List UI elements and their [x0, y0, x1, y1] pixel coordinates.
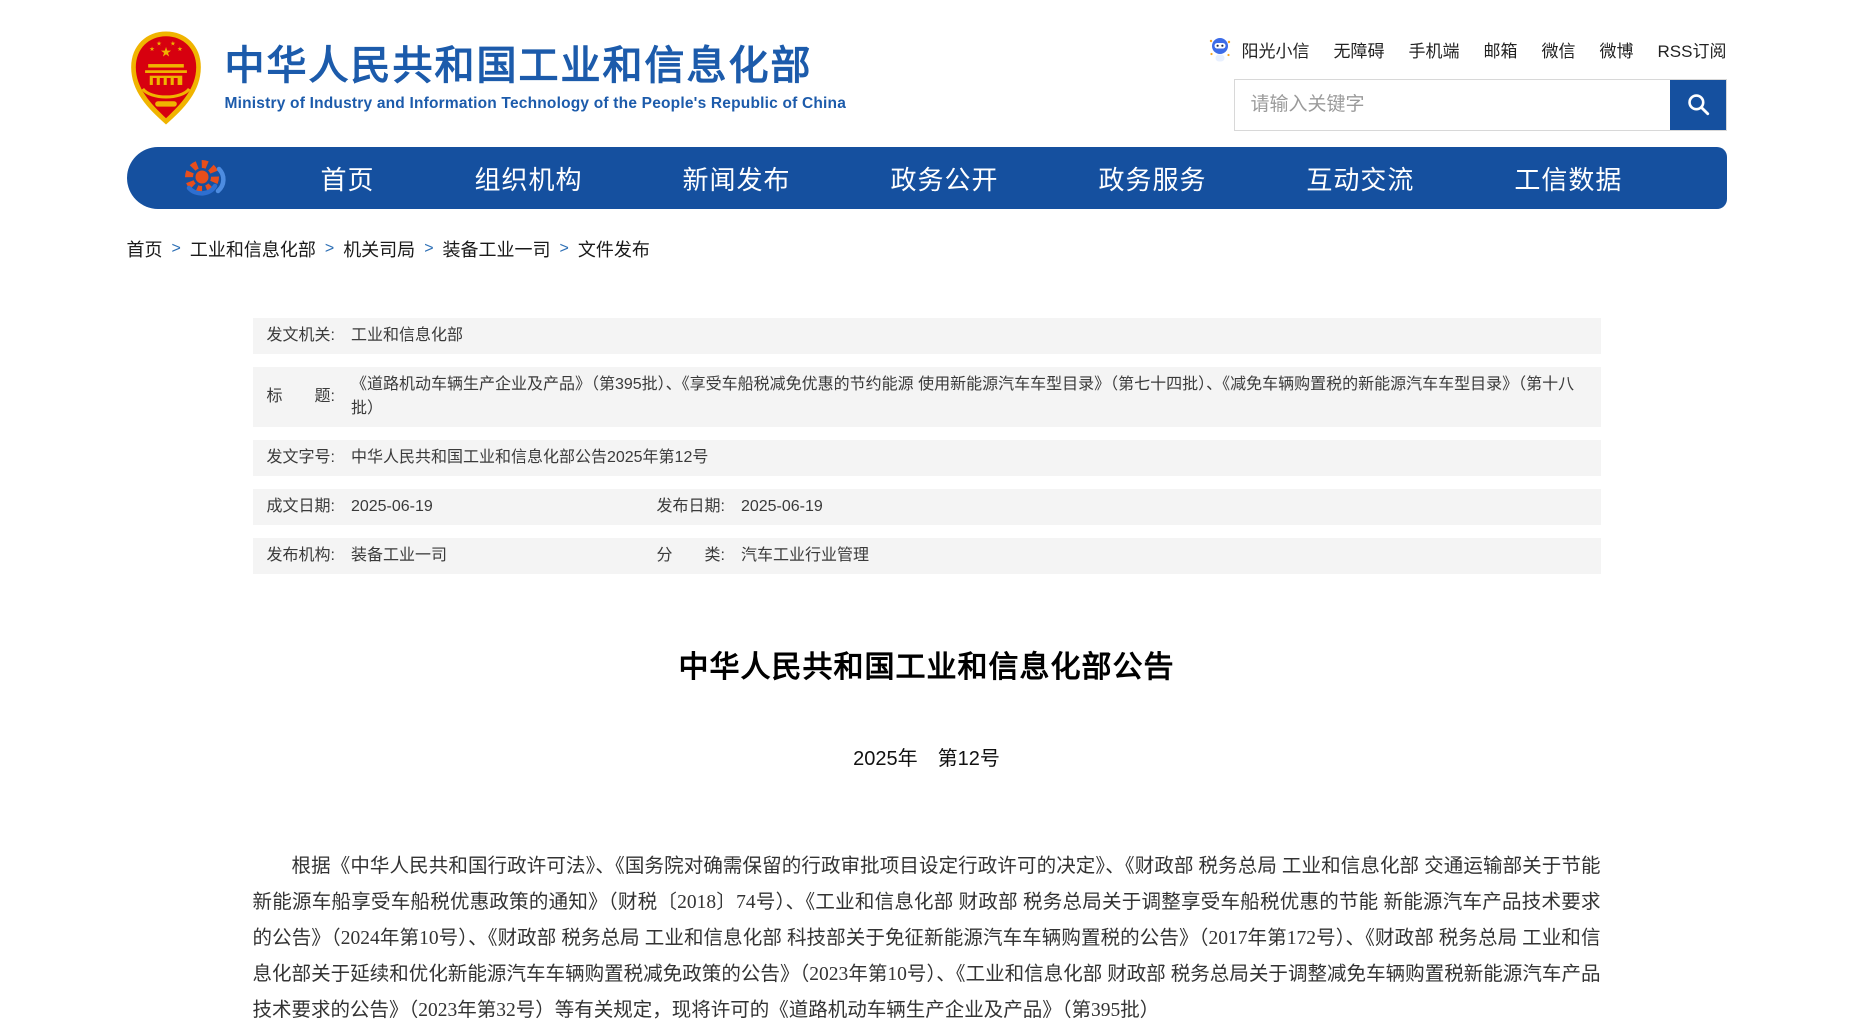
breadcrumb-separator: >	[325, 240, 334, 258]
meta-value: 汽车工业行业管理	[741, 544, 869, 568]
quick-link-mail[interactable]: 邮箱	[1484, 37, 1518, 62]
breadcrumb-equipment-dept[interactable]: 装备工业一司	[443, 236, 551, 262]
svg-text:★: ★	[149, 46, 155, 53]
quick-link-accessibility[interactable]: 无障碍	[1334, 37, 1385, 62]
site-header: ★ ★ ★ ★ ★ 中华人民共和国工业和信息化部 Ministry of Ind…	[127, 0, 1727, 131]
meta-label: 发布机构:	[267, 544, 335, 568]
svg-text:★: ★	[177, 46, 183, 53]
meta-label: 成文日期:	[267, 495, 335, 519]
meta-label: 发文字号:	[267, 446, 335, 470]
meta-value: 工业和信息化部	[351, 324, 463, 348]
site-subtitle: Ministry of Industry and Information Tec…	[225, 95, 847, 113]
miit-gear-logo-icon	[179, 155, 231, 201]
breadcrumb-departments[interactable]: 机关司局	[343, 236, 415, 262]
breadcrumb-separator: >	[424, 240, 433, 258]
meta-row-publisher-category: 发布机构: 装备工业一司 分 类: 汽车工业行业管理	[253, 538, 1601, 574]
nav-item-data[interactable]: 工信数据	[1514, 160, 1622, 197]
quick-link-weibo[interactable]: 微博	[1600, 37, 1634, 62]
nav-item-home[interactable]: 首页	[321, 160, 375, 197]
breadcrumb: 首页 > 工业和信息化部 > 机关司局 > 装备工业一司 > 文件发布	[127, 236, 1727, 262]
breadcrumb-miit[interactable]: 工业和信息化部	[190, 236, 316, 262]
meta-value: 2025-06-19	[351, 495, 433, 519]
breadcrumb-home[interactable]: 首页	[127, 236, 163, 262]
article-body-paragraph: 根据《中华人民共和国行政许可法》、《国务院对确需保留的行政审批项目设定行政许可的…	[253, 849, 1601, 1029]
search-button[interactable]	[1670, 80, 1726, 130]
site-logo-link[interactable]: ★ ★ ★ ★ ★ 中华人民共和国工业和信息化部 Ministry of Ind…	[127, 30, 847, 126]
svg-text:★: ★	[156, 40, 162, 47]
meta-row-title: 标 题: 《道路机动车辆生产企业及产品》（第395批）、《享受车船税减免优惠的节…	[253, 367, 1601, 427]
meta-label: 发布日期:	[657, 495, 725, 519]
meta-row-issuing-agency: 发文机关: 工业和信息化部	[253, 318, 1601, 354]
svg-text:★: ★	[170, 40, 176, 47]
meta-value: 装备工业一司	[351, 544, 447, 568]
national-emblem-icon: ★ ★ ★ ★ ★	[127, 30, 205, 126]
site-title-block: 中华人民共和国工业和信息化部 Ministry of Industry and …	[225, 44, 847, 113]
header-right: 阳光小信 无障碍 手机端 邮箱 微信 微博 RSS订阅	[1208, 30, 1727, 131]
meta-value: 2025-06-19	[741, 495, 823, 519]
nav-item-interaction[interactable]: 互动交流	[1306, 160, 1414, 197]
meta-row-dates: 成文日期: 2025-06-19 发布日期: 2025-06-19	[253, 489, 1601, 525]
site-title: 中华人民共和国工业和信息化部	[225, 44, 847, 88]
meta-row-document-number: 发文字号: 中华人民共和国工业和信息化部公告2025年第12号	[253, 440, 1601, 476]
quick-link-rss[interactable]: RSS订阅	[1658, 37, 1727, 62]
article-issue-number: 2025年 第12号	[0, 742, 1853, 771]
search-input[interactable]	[1235, 80, 1670, 130]
search-box	[1234, 79, 1727, 131]
meta-label: 发文机关:	[267, 324, 335, 348]
meta-label: 标 题:	[267, 385, 335, 409]
nav-item-gov-services[interactable]: 政务服务	[1098, 160, 1206, 197]
breadcrumb-document-release[interactable]: 文件发布	[578, 236, 650, 262]
main-nav: 首页 组织机构 新闻发布 政务公开 政务服务 互动交流 工信数据	[127, 147, 1727, 209]
article-title: 中华人民共和国工业和信息化部公告	[0, 642, 1853, 686]
search-icon	[1685, 91, 1711, 120]
quick-links: 阳光小信 无障碍 手机端 邮箱 微信 微博 RSS订阅	[1208, 36, 1727, 62]
nav-item-news[interactable]: 新闻发布	[682, 160, 790, 197]
quick-link-mobile[interactable]: 手机端	[1409, 37, 1460, 62]
meta-label: 分 类:	[657, 544, 725, 568]
meta-value: 《道路机动车辆生产企业及产品》（第395批）、《享受车船税减免优惠的节约能源 使…	[351, 373, 1587, 421]
breadcrumb-separator: >	[560, 240, 569, 258]
breadcrumb-separator: >	[172, 240, 181, 258]
meta-value: 中华人民共和国工业和信息化部公告2025年第12号	[351, 446, 708, 470]
nav-item-gov-openness[interactable]: 政务公开	[890, 160, 998, 197]
nav-item-organization[interactable]: 组织机构	[474, 160, 582, 197]
document-meta-table: 发文机关: 工业和信息化部 标 题: 《道路机动车辆生产企业及产品》（第395批…	[253, 318, 1601, 574]
quick-link-wechat[interactable]: 微信	[1542, 37, 1576, 62]
quick-link-sunshine[interactable]: 阳光小信	[1242, 37, 1310, 62]
mascot-robot-icon	[1208, 36, 1232, 62]
